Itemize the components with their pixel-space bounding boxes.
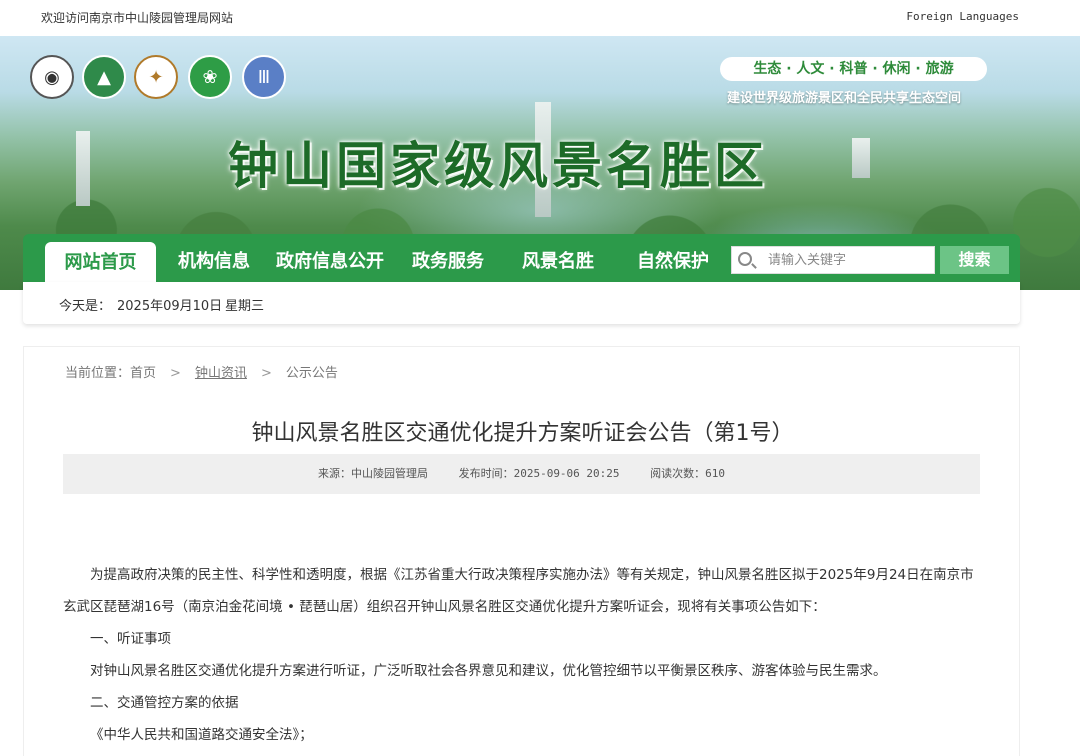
- article-paragraph: 对钟山风景名胜区交通优化提升方案进行听证，广泛听取社会各界意见和建议，优化管控细…: [90, 663, 887, 679]
- nav-home[interactable]: 网站首页: [45, 242, 156, 282]
- breadcrumb-home[interactable]: 首页: [130, 362, 156, 381]
- breadcrumb-prefix: 当前位置：: [65, 366, 131, 381]
- article-source: 来源：中山陵园管理局: [317, 467, 428, 480]
- weekday-value: 星期三: [225, 299, 265, 314]
- main-nav: 网站首页 机构信息 政府信息公开 政务服务 风景名胜 自然保护 搜索: [23, 234, 1020, 282]
- date-label: 今天是：: [59, 299, 112, 314]
- date-value: 2025年09月10日: [117, 299, 223, 314]
- article-panel: 当前位置：首页 > 钟山资讯 > 公示公告 钟山风景名胜区交通优化提升方案听证会公告（第…: [23, 346, 1020, 756]
- aaaaa-scenic-logo-icon[interactable]: ✦: [134, 55, 178, 99]
- welcome-text: 欢迎访问南京市中山陵园管理局网站: [41, 11, 234, 25]
- breadcrumb-news[interactable]: 钟山资讯: [195, 366, 247, 381]
- search-icon: [738, 252, 752, 266]
- chevron-right-icon: >: [170, 366, 181, 381]
- nav-nature-protection[interactable]: 自然保护: [628, 234, 718, 282]
- chevron-right-icon: >: [260, 366, 272, 381]
- museum-logo-icon[interactable]: Ⅲ: [242, 55, 286, 99]
- zhongshan-green-logo-icon[interactable]: ▲: [82, 55, 126, 99]
- national-park-logo-icon[interactable]: ❀: [188, 55, 232, 99]
- article-views: 阅读次数：610: [650, 467, 726, 480]
- article-paragraph: 《中华人民共和国道路交通安全法》；: [90, 727, 313, 743]
- nav-government-services[interactable]: 政务服务: [403, 234, 493, 282]
- search-button[interactable]: 搜索: [940, 246, 1009, 274]
- tower-image: [76, 131, 90, 206]
- breadcrumb-notices[interactable]: 公示公告: [286, 362, 338, 381]
- tower-image: [852, 138, 870, 178]
- nav-government-info[interactable]: 政府信息公开: [271, 234, 389, 282]
- slogan-pill: 生态 · 人文 · 科普 · 休闲 · 旅游: [720, 57, 987, 81]
- world-heritage-logo-icon[interactable]: ◉: [30, 55, 74, 99]
- article-published: 发布时间：2025-09-06 20:25: [458, 467, 620, 480]
- search-input[interactable]: [768, 250, 928, 270]
- article-heading: 一、听证事项: [90, 631, 171, 647]
- article-paragraph: 为提高政府决策的民主性、科学性和透明度，根据《江苏省重大行政决策程序实施办法》等…: [63, 567, 974, 615]
- foreign-languages-link[interactable]: Foreign Languages: [906, 10, 1019, 23]
- article-meta: 来源：中山陵园管理局 发布时间：2025-09-06 20:25 阅读次数：61…: [63, 454, 980, 494]
- sub-slogan: 建设世界级旅游景区和全民共享生态空间: [727, 91, 962, 106]
- date-bar: 今天是： 2025年09月10日 星期三: [23, 282, 1020, 324]
- site-title: 钟山国家级风景名胜区: [228, 136, 768, 195]
- article-heading: 二、交通管控方案的依据: [90, 695, 239, 711]
- breadcrumb: 当前位置：首页 > 钟山资讯 > 公示公告: [65, 362, 338, 381]
- article-body: 为提高政府决策的民主性、科学性和透明度，根据《江苏省重大行政决策程序实施办法》等…: [63, 559, 980, 751]
- nav-scenic-spots[interactable]: 风景名胜: [513, 234, 603, 282]
- top-bar: 欢迎访问南京市中山陵园管理局网站 Foreign Languages: [0, 0, 1080, 36]
- search-box: [731, 246, 935, 274]
- article-title: 钟山风景名胜区交通优化提升方案听证会公告（第1号）: [251, 421, 794, 446]
- nav-organization[interactable]: 机构信息: [169, 234, 259, 282]
